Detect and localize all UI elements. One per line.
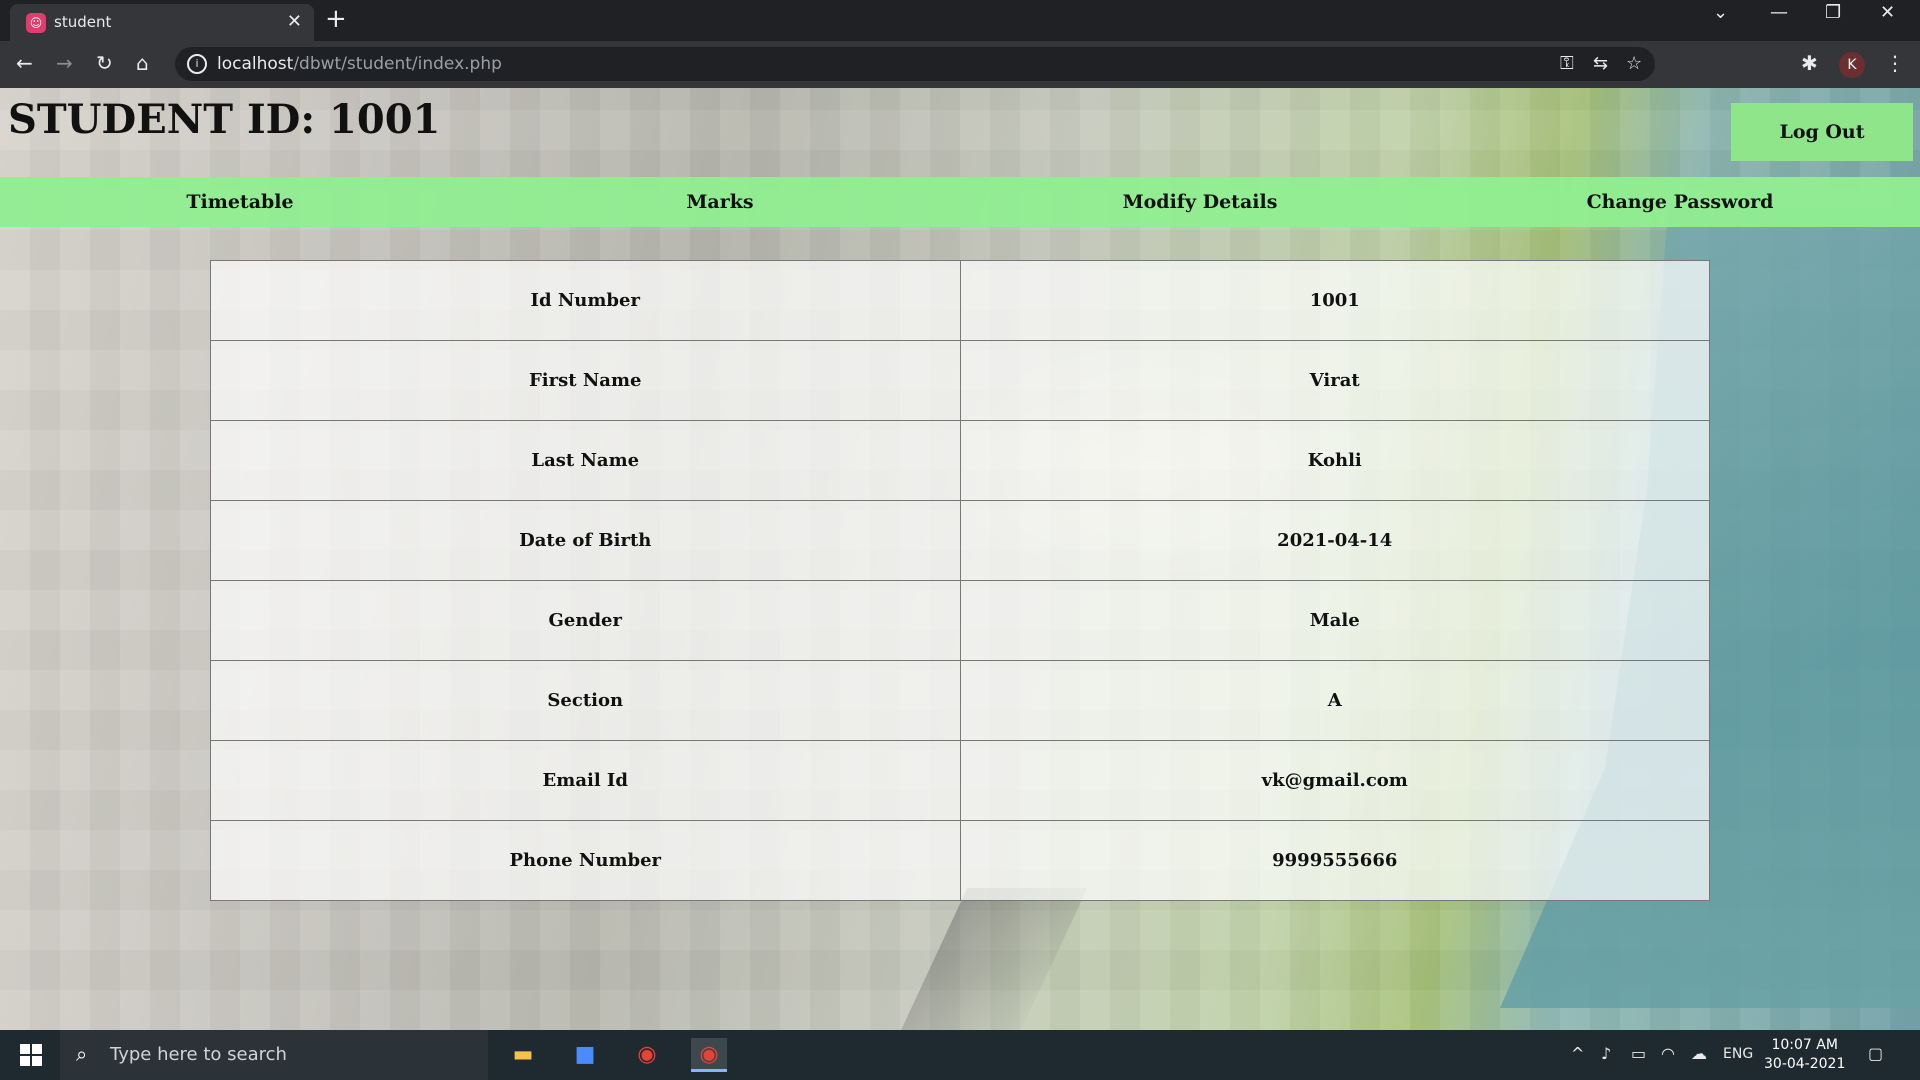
chrome-active-icon[interactable]: ◉ — [691, 1038, 727, 1072]
home-icon[interactable]: ⌂ — [136, 51, 149, 75]
tab-search-icon[interactable]: ⌄ — [1713, 2, 1728, 23]
address-bar: ← → ↻ ⌂ i localhost/dbwt/student/index.p… — [0, 41, 1920, 88]
nav-marks[interactable]: Marks — [480, 177, 960, 227]
tab-student[interactable]: ☺ student ✕ — [10, 4, 314, 41]
logout-button[interactable]: Log Out — [1731, 103, 1913, 161]
wifi-icon[interactable]: ◠ — [1661, 1044, 1675, 1063]
browser-tab-bar: ☺ student ✕ + ⌄ — ❐ ✕ — [0, 0, 1920, 41]
row-value: vk@gmail.com — [959, 740, 1710, 821]
nav-change-password[interactable]: Change Password — [1440, 177, 1920, 227]
clock-date: 30-04-2021 — [1764, 1056, 1846, 1072]
profile-avatar[interactable]: K — [1839, 52, 1865, 78]
clock[interactable]: 10:07 AM 30-04-2021 — [1764, 1036, 1845, 1074]
row-value: A — [959, 660, 1710, 741]
row-label: First Name — [210, 340, 961, 421]
row-label: Phone Number — [210, 820, 961, 901]
row-value: Male — [959, 580, 1710, 661]
table-row: Email Id vk@gmail.com — [210, 740, 1710, 821]
search-placeholder: Type here to search — [110, 1044, 287, 1065]
row-label: Last Name — [210, 420, 961, 501]
translate-icon[interactable]: ⇆ — [1593, 53, 1608, 74]
key-icon[interactable]: ⚿ — [1560, 53, 1574, 74]
page-title: STUDENT ID: 1001 — [8, 96, 441, 143]
onedrive-icon[interactable]: ☁ — [1691, 1044, 1707, 1063]
close-tab-icon[interactable]: ✕ — [287, 11, 302, 32]
table-row: Id Number 1001 — [210, 260, 1710, 341]
page-content: STUDENT ID: 1001 Log Out Timetable Marks… — [0, 88, 1920, 1030]
clock-time: 10:07 AM — [1771, 1037, 1838, 1053]
row-label: Id Number — [210, 260, 961, 341]
row-label: Date of Birth — [210, 500, 961, 581]
windows-start-icon[interactable] — [20, 1044, 42, 1066]
tab-title: student — [54, 13, 112, 31]
url-text[interactable]: localhost/dbwt/student/index.php — [217, 54, 502, 74]
volume-icon[interactable]: ♪ — [1601, 1044, 1611, 1063]
row-label: Section — [210, 660, 961, 741]
page-header: STUDENT ID: 1001 Log Out — [0, 88, 1920, 178]
student-details-table: Id Number 1001 First Name Virat Last Nam… — [210, 260, 1710, 901]
taskbar-search[interactable]: ⌕ Type here to search — [60, 1030, 488, 1080]
battery-icon[interactable]: ▭ — [1631, 1044, 1646, 1063]
tray-chevron-icon[interactable]: ^ — [1571, 1044, 1584, 1063]
file-explorer-icon[interactable]: ▬ — [505, 1038, 541, 1072]
table-row: Section A — [210, 660, 1710, 741]
url-field[interactable]: i localhost/dbwt/student/index.php ⚿ ⇆ ☆ — [175, 47, 1655, 81]
table-row: First Name Virat — [210, 340, 1710, 421]
url-host: localhost — [217, 54, 294, 74]
minimize-button[interactable]: — — [1770, 2, 1788, 23]
row-value: Virat — [959, 340, 1710, 421]
more-menu-icon[interactable]: ⋮ — [1885, 51, 1905, 75]
row-value: 9999555666 — [959, 820, 1710, 901]
search-icon: ⌕ — [76, 1042, 88, 1066]
nav-timetable[interactable]: Timetable — [0, 177, 480, 227]
site-info-icon[interactable]: i — [187, 54, 207, 74]
forward-icon[interactable]: → — [56, 51, 73, 75]
zoom-icon[interactable]: ■ — [567, 1038, 603, 1072]
table-row: Gender Male — [210, 580, 1710, 661]
extensions-icon[interactable]: ✱ — [1801, 51, 1818, 75]
url-path: /dbwt/student/index.php — [293, 54, 502, 74]
notifications-icon[interactable]: ▢ — [1868, 1044, 1883, 1063]
taskbar: ⌕ Type here to search ▬ ■ ◉ ◉ ^ ♪ ▭ ◠ ☁ … — [0, 1030, 1920, 1080]
row-label: Gender — [210, 580, 961, 661]
bookmark-star-icon[interactable]: ☆ — [1626, 53, 1642, 74]
language-indicator[interactable]: ENG — [1723, 1046, 1753, 1062]
row-value: 1001 — [959, 260, 1710, 341]
close-window-button[interactable]: ✕ — [1880, 2, 1895, 23]
new-tab-button[interactable]: + — [325, 4, 347, 34]
nav-modify-details[interactable]: Modify Details — [960, 177, 1440, 227]
chrome-icon[interactable]: ◉ — [629, 1038, 665, 1072]
table-row: Last Name Kohli — [210, 420, 1710, 501]
restore-button[interactable]: ❐ — [1825, 2, 1841, 23]
main-nav: Timetable Marks Modify Details Change Pa… — [0, 177, 1920, 227]
table-row: Phone Number 9999555666 — [210, 820, 1710, 901]
reload-icon[interactable]: ↻ — [96, 51, 113, 75]
row-label: Email Id — [210, 740, 961, 821]
row-value: 2021-04-14 — [959, 500, 1710, 581]
favicon-icon: ☺ — [26, 13, 46, 33]
row-value: Kohli — [959, 420, 1710, 501]
back-icon[interactable]: ← — [16, 51, 33, 75]
table-row: Date of Birth 2021-04-14 — [210, 500, 1710, 581]
